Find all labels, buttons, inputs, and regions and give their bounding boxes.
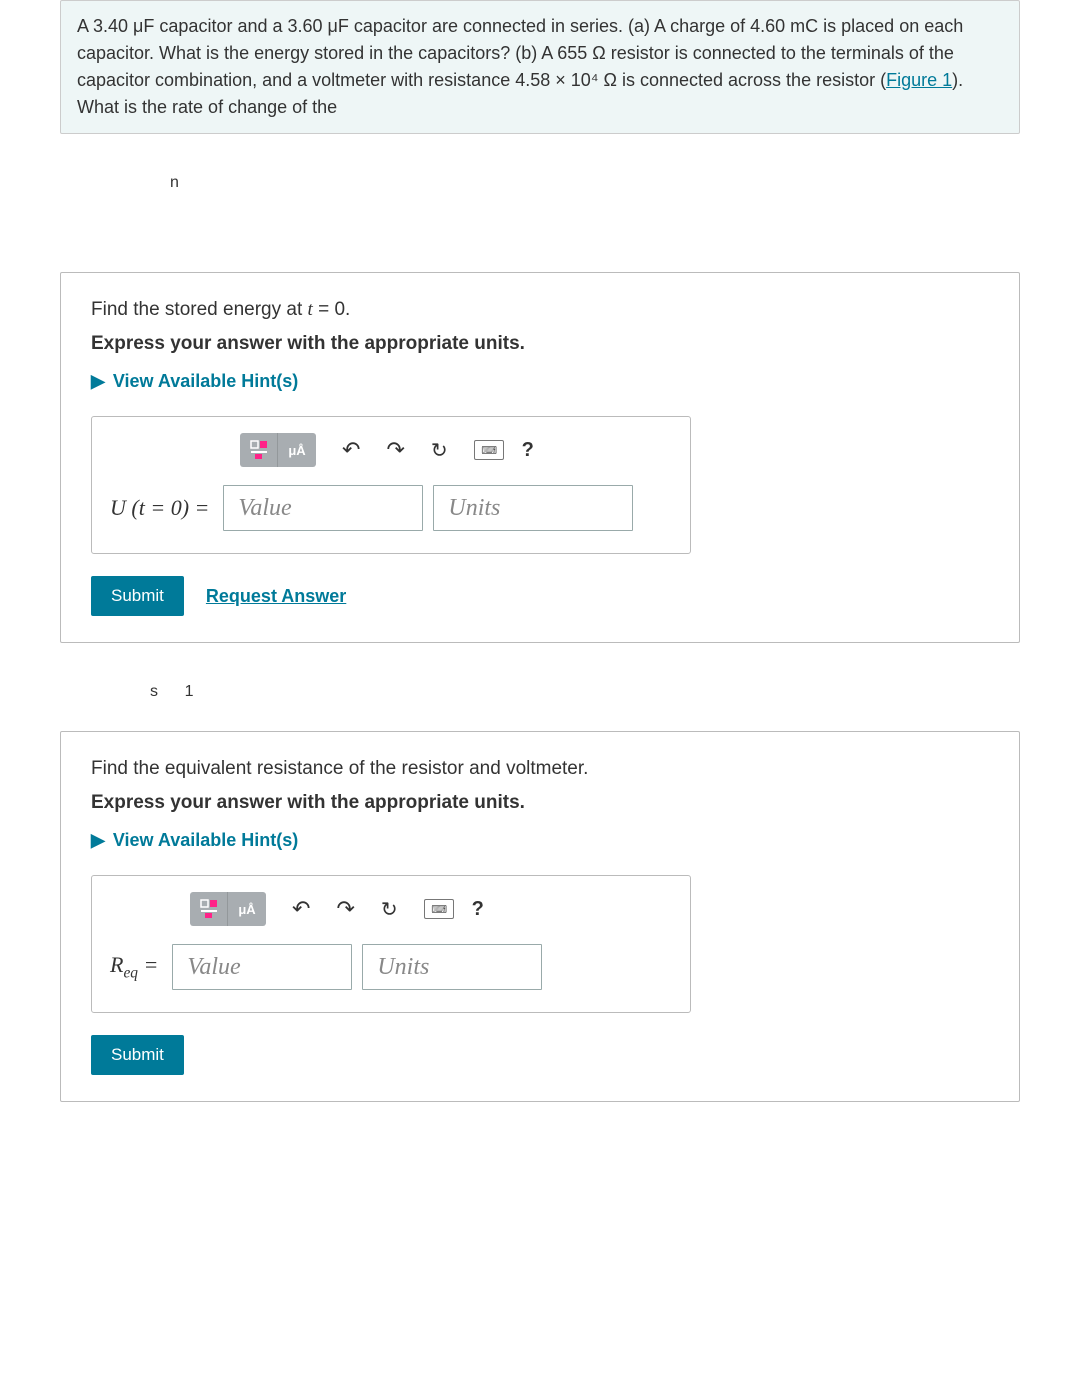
units-input[interactable]: Units: [433, 485, 633, 531]
units-input-b[interactable]: Units: [362, 944, 542, 990]
template-group: μÅ: [240, 433, 316, 467]
hints-label-b: View Available Hint(s): [113, 830, 298, 851]
expand-icon: ▶: [91, 371, 105, 392]
part-a-panel: Find the stored energy at t = 0. Express…: [60, 272, 1020, 643]
equation-row: U (t = 0) = Value Units: [110, 485, 672, 531]
undo-icon[interactable]: ↶: [292, 896, 310, 922]
units-template-icon[interactable]: μÅ: [228, 892, 266, 926]
request-answer-link[interactable]: Request Answer: [206, 586, 346, 607]
action-row-b: Submit: [91, 1035, 989, 1075]
redo-icon[interactable]: ↷: [336, 896, 354, 922]
problem-text-1: A 3.40 μF capacitor and a 3.60 μF capaci…: [77, 16, 963, 90]
fraction-template-icon[interactable]: [240, 433, 278, 467]
expand-icon: ▶: [91, 830, 105, 851]
equation-toolbar: μÅ ↶ ↷ ↻ ⌨ ?: [240, 433, 672, 467]
stray-text: s 1: [150, 683, 1080, 701]
view-hints-button-b[interactable]: ▶ View Available Hint(s): [91, 830, 989, 851]
figure-link[interactable]: Figure 1: [886, 70, 952, 90]
keyboard-icon[interactable]: ⌨: [474, 440, 504, 460]
reset-icon[interactable]: ↻: [431, 438, 448, 463]
help-icon[interactable]: ?: [512, 439, 544, 462]
variable-label-b: Req =: [110, 952, 162, 982]
template-group-b: μÅ: [190, 892, 266, 926]
action-row: Submit Request Answer: [91, 576, 989, 616]
part-b-instruction: Express your answer with the appropriate…: [91, 792, 989, 814]
submit-button[interactable]: Submit: [91, 576, 184, 616]
help-icon[interactable]: ?: [462, 898, 494, 921]
part-b-panel: Find the equivalent resistance of the re…: [60, 731, 1020, 1102]
part-a-prompt: Find the stored energy at t = 0.: [91, 299, 989, 321]
units-template-icon[interactable]: μÅ: [278, 433, 316, 467]
value-input[interactable]: Value: [223, 485, 423, 531]
fragment-text: n: [170, 174, 1080, 192]
undo-icon[interactable]: ↶: [342, 437, 360, 463]
variable-label: U (t = 0) =: [110, 495, 213, 521]
part-b-prompt: Find the equivalent resistance of the re…: [91, 758, 989, 780]
answer-panel-b: μÅ ↶ ↷ ↻ ⌨ ? Req = Value Units: [91, 875, 691, 1013]
value-input-b[interactable]: Value: [172, 944, 352, 990]
equation-toolbar-b: μÅ ↶ ↷ ↻ ⌨ ?: [190, 892, 672, 926]
submit-button-b[interactable]: Submit: [91, 1035, 184, 1075]
problem-statement: A 3.40 μF capacitor and a 3.60 μF capaci…: [60, 0, 1020, 134]
redo-icon[interactable]: ↷: [386, 437, 404, 463]
hints-label: View Available Hint(s): [113, 371, 298, 392]
answer-panel-a: μÅ ↶ ↷ ↻ ⌨ ? U (t = 0) = Value Units: [91, 416, 691, 554]
part-a-instruction: Express your answer with the appropriate…: [91, 333, 989, 355]
equation-row-b: Req = Value Units: [110, 944, 672, 990]
reset-icon[interactable]: ↻: [381, 897, 398, 922]
keyboard-icon[interactable]: ⌨: [424, 899, 454, 919]
fraction-template-icon[interactable]: [190, 892, 228, 926]
view-hints-button[interactable]: ▶ View Available Hint(s): [91, 371, 989, 392]
